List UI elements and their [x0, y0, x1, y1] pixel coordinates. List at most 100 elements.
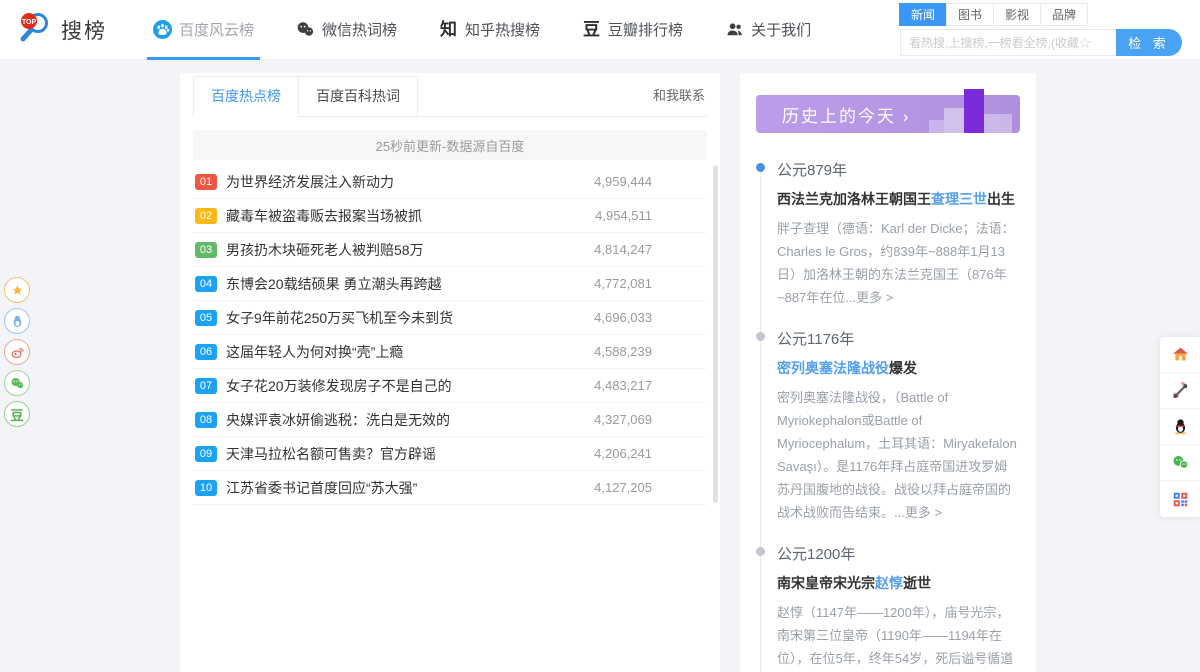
list-item[interactable]: 07 女子花20万装修发现房子不是自己的 4,483,217: [193, 369, 707, 403]
list-item-title[interactable]: 东博会20载结硕果 勇立潮头再跨越: [226, 274, 594, 294]
wechat-icon: [296, 20, 315, 39]
list-item[interactable]: 04 东博会20载结硕果 勇立潮头再跨越 4,772,081: [193, 267, 707, 301]
rank-badge: 02: [195, 208, 217, 224]
list-item-title[interactable]: 藏毒车被盗毒贩去报案当场被抓: [226, 206, 595, 226]
weibo-share-icon[interactable]: [4, 339, 30, 365]
wechat-contact-icon[interactable]: [1160, 445, 1200, 481]
timeline-dot: [756, 547, 765, 556]
history-timeline: 公元879年 西法兰克加洛林王朝国王查理三世出生 胖子查理（德语：Karl de…: [756, 159, 1020, 672]
category-tab-news[interactable]: 新闻: [899, 3, 947, 26]
event-body-text: 胖子查理（德语：Karl der Dicke；法语：Charles le Gro…: [777, 221, 1015, 305]
home-icon[interactable]: [1160, 337, 1200, 373]
tab-baidu-baike[interactable]: 百度百科热词: [298, 76, 418, 117]
search-button[interactable]: 检 索: [1116, 29, 1182, 56]
list-item[interactable]: 10 江苏省委书记首度回应“苏大强” 4,127,205: [193, 471, 707, 505]
event-body: 胖子查理（德语：Karl der Dicke；法语：Charles le Gro…: [777, 217, 1020, 309]
list-item-title[interactable]: 这届年轻人为何对换“壳”上瘾: [226, 342, 594, 362]
qrcode-icon[interactable]: [1160, 481, 1200, 517]
more-link[interactable]: 更多 >: [856, 290, 893, 305]
event-body-text: 赵惇（1147年——1200年），庙号光宗，南宋第三位皇帝（1190年——119…: [777, 605, 1013, 672]
rank-badge: 08: [195, 412, 217, 428]
list-item[interactable]: 02 藏毒车被盗毒贩去报案当场被抓 4,954,511: [193, 199, 707, 233]
list-item[interactable]: 08 央媒评袁冰妍偷逃税：洗白是无效的 4,327,069: [193, 403, 707, 437]
rank-badge: 03: [195, 242, 217, 258]
search-input[interactable]: [900, 29, 1116, 56]
nav-item-douban[interactable]: 豆 豆瓣排行榜: [582, 0, 683, 60]
update-notice: 25秒前更新-数据源自百度: [193, 130, 707, 160]
more-link[interactable]: 更多 >: [905, 505, 942, 520]
about-us-icon: [725, 20, 744, 39]
list-item[interactable]: 09 天津马拉松名额可售卖？官方辟谣 4,206,241: [193, 437, 707, 471]
list-item-value: 4,696,033: [594, 310, 652, 325]
favorite-star-icon[interactable]: [4, 277, 30, 303]
hot-list: 01 为世界经济发展注入新动力 4,959,444 02 藏毒车被盗毒贩去报案当…: [193, 165, 707, 505]
event-title-text: 出生: [987, 191, 1015, 207]
list-item-title[interactable]: 男孩扔木块砸死老人被判赔58万: [226, 240, 594, 260]
top-header: TOP 搜榜 百度风云榜 微信热词榜 知 知乎热搜榜: [0, 0, 1200, 60]
nav-item-about[interactable]: 关于我们: [725, 0, 811, 60]
event-title-link[interactable]: 查理三世: [931, 191, 987, 207]
list-item-title[interactable]: 天津马拉松名额可售卖？官方辟谣: [226, 444, 594, 464]
search-category-tabs: 新闻 图书 影视 品牌: [900, 3, 1182, 26]
list-item-title[interactable]: 为世界经济发展注入新动力: [226, 172, 594, 192]
phone-icon[interactable]: [1160, 373, 1200, 409]
rank-badge: 09: [195, 446, 217, 462]
douban-share-icon[interactable]: 豆: [4, 401, 30, 427]
baidu-icon: [153, 20, 172, 39]
tab-baidu-hotspot[interactable]: 百度热点榜: [193, 76, 299, 117]
list-item-value: 4,483,217: [594, 378, 652, 393]
zhihu-icon: 知: [439, 20, 458, 39]
nav-label: 豆瓣排行榜: [608, 19, 683, 40]
event-title-text: 南宋皇帝宋光宗: [777, 575, 875, 591]
rank-badge: 05: [195, 310, 217, 326]
contact-link[interactable]: 和我联系: [653, 85, 705, 104]
list-item-title[interactable]: 女子花20万装修发现房子不是自己的: [226, 376, 594, 396]
rank-badge: 01: [195, 174, 217, 190]
rank-badge: 04: [195, 276, 217, 292]
category-tab-books[interactable]: 图书: [946, 3, 994, 26]
wechat-share-icon[interactable]: [4, 370, 30, 396]
nav-item-wechat[interactable]: 微信热词榜: [296, 0, 397, 60]
share-dock: 豆: [4, 277, 30, 427]
list-item-title[interactable]: 江苏省委书记首度回应“苏大强”: [226, 478, 594, 498]
nav-item-baidu[interactable]: 百度风云榜: [153, 0, 254, 60]
rank-badge: 06: [195, 344, 217, 360]
qq-share-icon[interactable]: [4, 308, 30, 334]
timeline-dot: [756, 332, 765, 341]
list-item-title[interactable]: 央媒评袁冰妍偷逃税：洗白是无效的: [226, 410, 594, 430]
site-logo[interactable]: TOP 搜榜: [18, 11, 107, 48]
qq-contact-icon[interactable]: [1160, 409, 1200, 445]
rank-badge: 10: [195, 480, 217, 496]
history-today-banner[interactable]: 历史上的今天 ›: [756, 95, 1020, 133]
history-today-card: 历史上的今天 › 公元879年 西法兰克加洛林王朝国王查理三世出生 胖子查理（德…: [740, 73, 1036, 672]
event-title-text: 爆发: [889, 360, 917, 376]
event-body-text: 密列奥塞法隆战役，（Battle of Myriokephalon或Battle…: [777, 390, 1017, 520]
nav-label: 微信热词榜: [322, 19, 397, 40]
list-item[interactable]: 05 女子9年前花250万买飞机至今未到货 4,696,033: [193, 301, 707, 335]
event-title-text: 逝世: [903, 575, 931, 591]
list-item-value: 4,588,239: [594, 344, 652, 359]
header-search-area: 新闻 图书 影视 品牌 检 索: [900, 3, 1182, 56]
svg-text:TOP: TOP: [22, 19, 37, 26]
hot-list-card: 百度热点榜 百度百科热词 和我联系 25秒前更新-数据源自百度 01 为世界经济…: [180, 73, 720, 672]
event-title-link[interactable]: 赵惇: [875, 575, 903, 591]
list-item-value: 4,814,247: [594, 242, 652, 257]
list-item-title[interactable]: 女子9年前花250万买飞机至今未到货: [226, 308, 594, 328]
timeline-event: 公元1200年 南宋皇帝宋光宗赵惇逝世 赵惇（1147年——1200年），庙号光…: [777, 543, 1020, 672]
banner-bar-decoration: [944, 108, 964, 133]
category-tab-movies[interactable]: 影视: [993, 3, 1041, 26]
list-item-value: 4,959,444: [594, 174, 652, 189]
timeline-event: 公元1176年 密列奥塞法隆战役爆发 密列奥塞法隆战役，（Battle of M…: [777, 328, 1020, 524]
banner-title: 历史上的今天 ›: [782, 102, 910, 127]
list-item-value: 4,206,241: [594, 446, 652, 461]
event-title: 密列奥塞法隆战役爆发: [777, 359, 1020, 378]
list-item[interactable]: 03 男孩扔木块砸死老人被判赔58万 4,814,247: [193, 233, 707, 267]
category-tab-brands[interactable]: 品牌: [1040, 3, 1088, 26]
list-item[interactable]: 06 这届年轻人为何对换“壳”上瘾 4,588,239: [193, 335, 707, 369]
event-year: 公元879年: [777, 159, 1020, 180]
event-title-link[interactable]: 密列奥塞法隆战役: [777, 360, 889, 376]
logo-magnifier-icon: TOP: [18, 11, 52, 48]
list-scrollbar[interactable]: [713, 165, 718, 503]
list-item[interactable]: 01 为世界经济发展注入新动力 4,959,444: [193, 165, 707, 199]
nav-item-zhihu[interactable]: 知 知乎热搜榜: [439, 0, 540, 60]
